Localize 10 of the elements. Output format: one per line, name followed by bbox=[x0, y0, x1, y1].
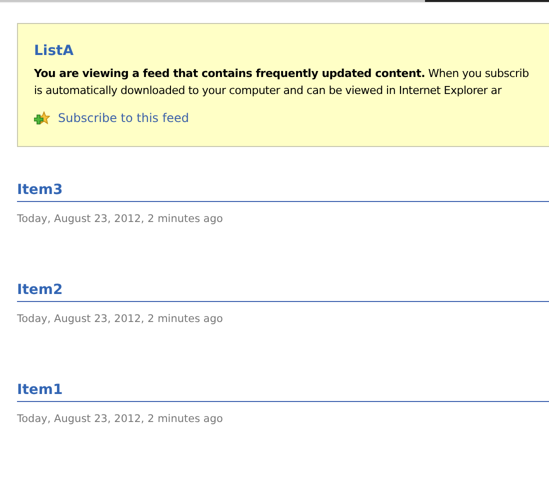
subscribe-link[interactable]: Subscribe to this feed bbox=[58, 111, 189, 125]
item-title[interactable]: Item1 bbox=[17, 382, 63, 398]
add-star-icon bbox=[34, 111, 50, 125]
feed-title: ListA bbox=[34, 43, 74, 59]
item-title[interactable]: Item3 bbox=[17, 182, 63, 198]
item-date: Today, August 23, 2012, 2 minutes ago bbox=[17, 313, 223, 325]
item-date: Today, August 23, 2012, 2 minutes ago bbox=[17, 413, 223, 425]
feed-description: You are viewing a feed that contains frequently updated content. When you subscrib is automatically downloaded to your computer and can be viewed in Internet Explorer ar bbox=[34, 66, 530, 99]
item-date: Today, August 23, 2012, 2 minutes ago bbox=[17, 213, 223, 225]
item-title[interactable]: Item2 bbox=[17, 282, 63, 298]
